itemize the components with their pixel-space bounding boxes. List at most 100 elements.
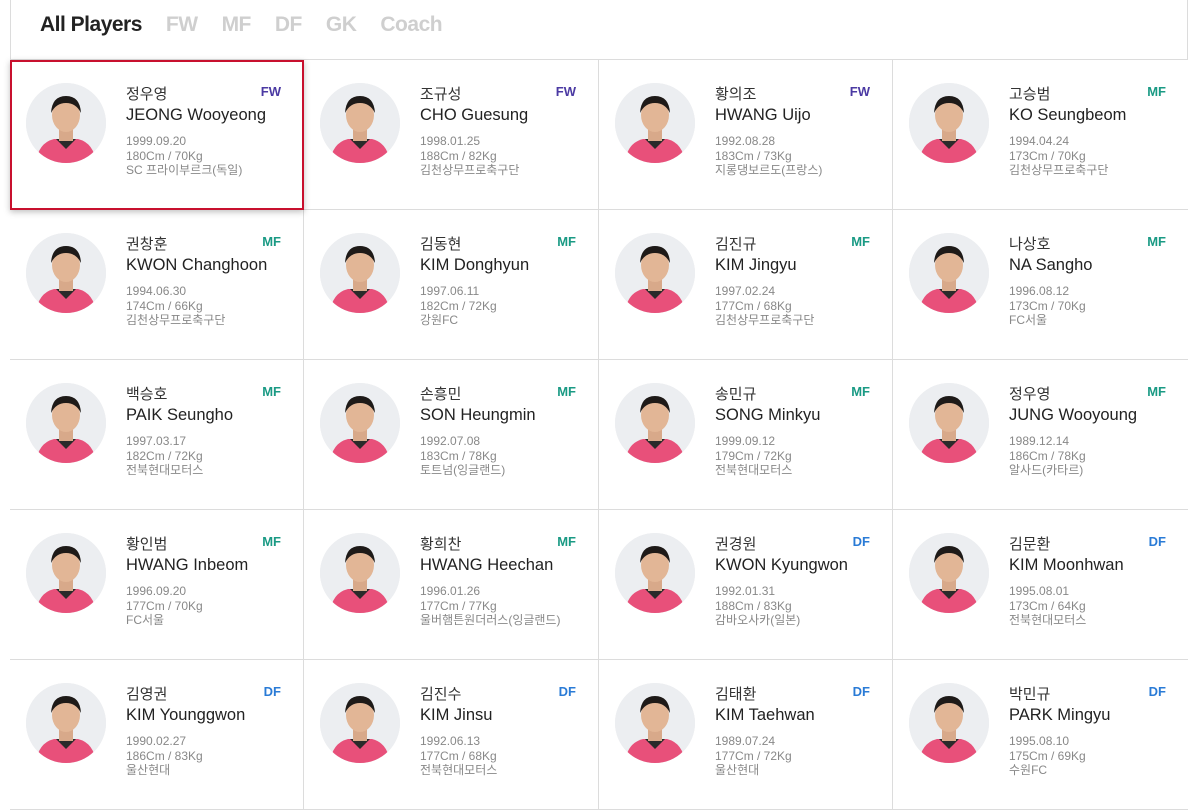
- player-photo: [26, 683, 106, 763]
- player-club: 감바오사카(일본): [715, 613, 801, 627]
- position-badge: MF: [1147, 234, 1166, 249]
- tab-fw[interactable]: FW: [166, 13, 198, 37]
- player-card[interactable]: 정우영 JEONG Wooyeong 1999.09.20 180Cm / 70…: [10, 60, 304, 210]
- player-height-weight: 173Cm / 70Kg: [1009, 148, 1086, 163]
- player-english-name: JUNG Wooyoung: [1009, 406, 1138, 424]
- tab-mf[interactable]: MF: [222, 13, 252, 37]
- player-card[interactable]: 황의조 HWANG Uijo 1992.08.28 183Cm / 73Kg 지…: [599, 60, 893, 210]
- player-card[interactable]: 김영권 KIM Younggwon 1990.02.27 186Cm / 83K…: [10, 660, 304, 810]
- player-height-weight: 182Cm / 72Kg: [420, 298, 497, 313]
- player-club: 김천상무프로축구단: [715, 313, 815, 327]
- position-badge: MF: [262, 384, 281, 399]
- player-english-name: KIM Taehwan: [715, 706, 815, 724]
- player-card[interactable]: 백승호 PAIK Seungho 1997.03.17 182Cm / 72Kg…: [10, 360, 304, 510]
- player-details: 1992.06.13 177Cm / 68Kg 전북현대모터스: [420, 734, 580, 778]
- position-badge: FW: [849, 84, 870, 99]
- player-korean-name: 박민규: [1009, 686, 1051, 703]
- player-details: 1996.08.12 173Cm / 70Kg FC서울: [1009, 284, 1169, 328]
- player-birthdate: 1989.12.14: [1009, 434, 1070, 448]
- player-card[interactable]: 김진규 KIM Jingyu 1997.02.24 177Cm / 68Kg 김…: [599, 210, 893, 360]
- player-card[interactable]: 나상호 NA Sangho 1996.08.12 173Cm / 70Kg FC…: [893, 210, 1188, 360]
- player-card[interactable]: 김동현 KIM Donghyun 1997.06.11 182Cm / 72Kg…: [304, 210, 599, 360]
- player-photo: [26, 233, 106, 313]
- player-details: 1992.07.08 183Cm / 78Kg 토트넘(잉글랜드): [420, 434, 580, 478]
- player-details: 1994.06.30 174Cm / 66Kg 김천상무프로축구단: [126, 284, 286, 328]
- player-korean-name: 김동현: [420, 236, 462, 253]
- player-korean-name: 손흥민: [420, 386, 462, 403]
- player-card[interactable]: 권경원 KWON Kyungwon 1992.01.31 188Cm / 83K…: [599, 510, 893, 660]
- player-card[interactable]: 권창훈 KWON Changhoon 1994.06.30 174Cm / 66…: [10, 210, 304, 360]
- player-english-name: KIM Jingyu: [715, 256, 797, 274]
- player-club: 전북현대모터스: [420, 763, 498, 777]
- player-card[interactable]: 김태환 KIM Taehwan 1989.07.24 177Cm / 72Kg …: [599, 660, 893, 810]
- player-photo: [615, 233, 695, 313]
- player-card[interactable]: 황희찬 HWANG Heechan 1996.01.26 177Cm / 77K…: [304, 510, 599, 660]
- player-birthdate: 1998.01.25: [420, 134, 481, 148]
- player-card[interactable]: 고승범 KO Seungbeom 1994.04.24 173Cm / 70Kg…: [893, 60, 1188, 210]
- player-info: 정우영 JUNG Wooyoung 1989.12.14 186Cm / 78K…: [1009, 385, 1169, 478]
- player-details: 1989.12.14 186Cm / 78Kg 알사드(카타르): [1009, 434, 1169, 478]
- player-english-name: KIM Donghyun: [420, 256, 530, 274]
- player-card[interactable]: 손흥민 SON Heungmin 1992.07.08 183Cm / 78Kg…: [304, 360, 599, 510]
- player-birthdate: 1995.08.10: [1009, 734, 1070, 748]
- player-photo: [909, 83, 989, 163]
- player-photo: [615, 533, 695, 613]
- player-birthdate: 1997.03.17: [126, 434, 187, 448]
- player-photo: [320, 233, 400, 313]
- player-card[interactable]: 정우영 JUNG Wooyoung 1989.12.14 186Cm / 78K…: [893, 360, 1188, 510]
- player-height-weight: 175Cm / 69Kg: [1009, 748, 1086, 763]
- player-club: 김천상무프로축구단: [420, 163, 520, 177]
- player-card[interactable]: 황인범 HWANG Inbeom 1996.09.20 177Cm / 70Kg…: [10, 510, 304, 660]
- player-info: 김문환 KIM Moonhwan 1995.08.01 173Cm / 64Kg…: [1009, 535, 1169, 628]
- player-height-weight: 177Cm / 70Kg: [126, 598, 203, 613]
- position-badge: MF: [1147, 384, 1166, 399]
- player-club: SC 프라이부르크(독일): [126, 163, 243, 177]
- player-info: 김영권 KIM Younggwon 1990.02.27 186Cm / 83K…: [126, 685, 286, 778]
- player-height-weight: 177Cm / 72Kg: [715, 748, 792, 763]
- player-birthdate: 1996.01.26: [420, 584, 481, 598]
- player-club: 지롱댕보르도(프랑스): [715, 163, 823, 177]
- player-details: 1992.01.31 188Cm / 83Kg 감바오사카(일본): [715, 584, 875, 628]
- tab-gk[interactable]: GK: [326, 13, 357, 37]
- player-details: 1990.02.27 186Cm / 83Kg 울산현대: [126, 734, 286, 778]
- tab-coach[interactable]: Coach: [380, 13, 442, 37]
- player-height-weight: 177Cm / 68Kg: [715, 298, 792, 313]
- player-english-name: KIM Moonhwan: [1009, 556, 1124, 574]
- position-badge: MF: [557, 234, 576, 249]
- tab-df[interactable]: DF: [275, 13, 303, 37]
- player-photo: [909, 683, 989, 763]
- position-badge: MF: [851, 384, 870, 399]
- position-badge: DF: [852, 684, 870, 699]
- player-card[interactable]: 김문환 KIM Moonhwan 1995.08.01 173Cm / 64Kg…: [893, 510, 1188, 660]
- player-english-name: KIM Jinsu: [420, 706, 493, 724]
- player-card[interactable]: 박민규 PARK Mingyu 1995.08.10 175Cm / 69Kg …: [893, 660, 1188, 810]
- player-grid: 정우영 JEONG Wooyeong 1999.09.20 180Cm / 70…: [10, 59, 1188, 810]
- player-korean-name: 김영권: [126, 686, 168, 703]
- position-badge: MF: [262, 234, 281, 249]
- position-badge: MF: [851, 234, 870, 249]
- player-card[interactable]: 조규성 CHO Guesung 1998.01.25 188Cm / 82Kg …: [304, 60, 599, 210]
- player-english-name: PARK Mingyu: [1009, 706, 1111, 724]
- player-card[interactable]: 김진수 KIM Jinsu 1992.06.13 177Cm / 68Kg 전북…: [304, 660, 599, 810]
- player-details: 1994.04.24 173Cm / 70Kg 김천상무프로축구단: [1009, 134, 1169, 178]
- player-club: 울산현대: [126, 763, 171, 777]
- player-details: 1989.07.24 177Cm / 72Kg 울산현대: [715, 734, 875, 778]
- position-tabs: All Players FW MF DF GK Coach: [40, 10, 443, 40]
- tab-all-players[interactable]: All Players: [40, 13, 142, 37]
- player-height-weight: 183Cm / 73Kg: [715, 148, 792, 163]
- player-height-weight: 174Cm / 66Kg: [126, 298, 203, 313]
- player-korean-name: 나상호: [1009, 236, 1051, 253]
- player-height-weight: 173Cm / 64Kg: [1009, 598, 1086, 613]
- player-info: 권경원 KWON Kyungwon 1992.01.31 188Cm / 83K…: [715, 535, 875, 628]
- player-photo: [26, 383, 106, 463]
- player-height-weight: 173Cm / 70Kg: [1009, 298, 1086, 313]
- player-birthdate: 1994.04.24: [1009, 134, 1070, 148]
- player-club: 전북현대모터스: [126, 463, 204, 477]
- player-info: 황희찬 HWANG Heechan 1996.01.26 177Cm / 77K…: [420, 535, 580, 628]
- player-height-weight: 182Cm / 72Kg: [126, 448, 203, 463]
- player-english-name: KWON Changhoon: [126, 256, 268, 274]
- player-club: 김천상무프로축구단: [126, 313, 226, 327]
- player-birthdate: 1992.06.13: [420, 734, 481, 748]
- position-badge: DF: [852, 534, 870, 549]
- player-card[interactable]: 송민규 SONG Minkyu 1999.09.12 179Cm / 72Kg …: [599, 360, 893, 510]
